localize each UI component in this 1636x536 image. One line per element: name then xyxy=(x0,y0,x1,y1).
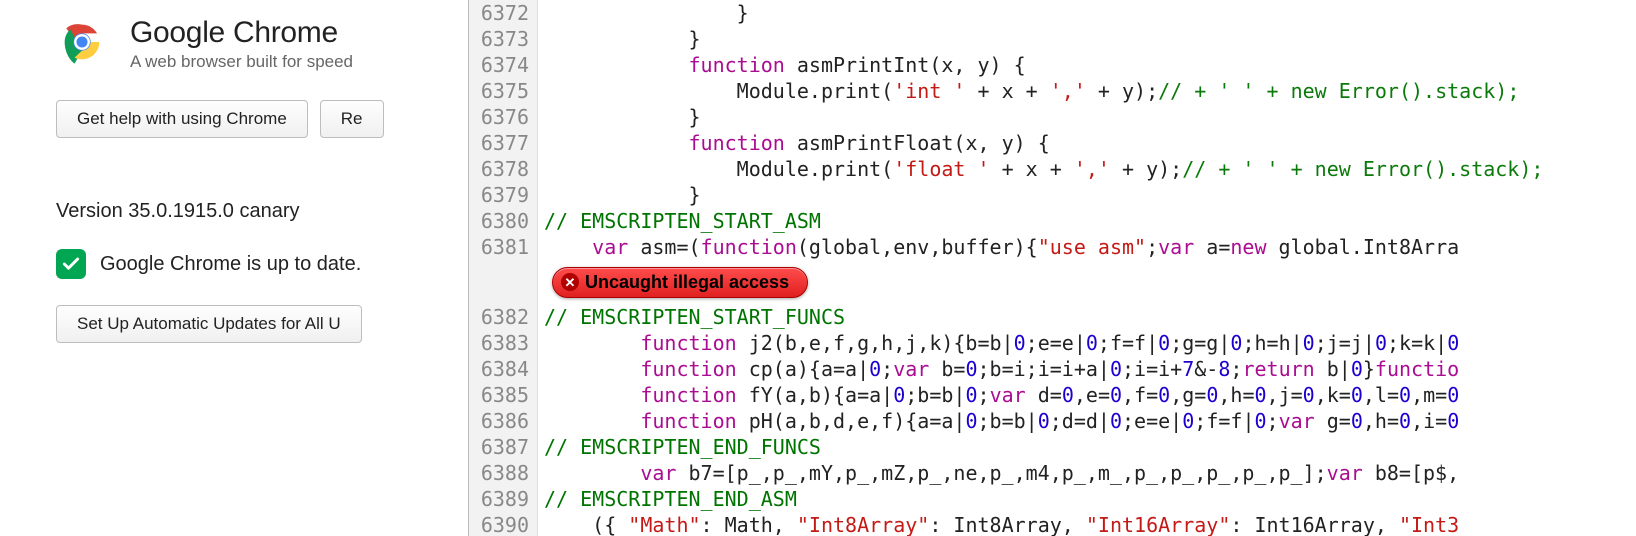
code-line[interactable]: function cp(a){a=a|0;var b=0;b=i;i=i+a|0… xyxy=(538,356,1636,382)
line-number-gutter[interactable]: 6372637363746375637663776378637963806381… xyxy=(468,0,538,536)
get-help-button[interactable]: Get help with using Chrome xyxy=(56,100,308,138)
line-number[interactable]: 6374 xyxy=(469,52,529,78)
line-number[interactable]: 6387 xyxy=(469,434,529,460)
secondary-button-truncated[interactable]: Re xyxy=(320,100,384,138)
code-line[interactable]: // EMSCRIPTEN_START_ASM xyxy=(538,208,1636,234)
code-line[interactable]: } xyxy=(538,26,1636,52)
code-line[interactable]: } xyxy=(538,104,1636,130)
code-line[interactable]: function pH(a,b,d,e,f){a=a|0;b=b|0;d=d|0… xyxy=(538,408,1636,434)
header-row: Google Chrome A web browser built for sp… xyxy=(56,16,468,72)
code-line[interactable]: var asm=(function(global,env,buffer){"us… xyxy=(538,234,1636,260)
line-number[interactable]: 6389 xyxy=(469,486,529,512)
code-line[interactable]: // EMSCRIPTEN_END_ASM xyxy=(538,486,1636,512)
source-code-area[interactable]: } } function asmPrintInt(x, y) { Module.… xyxy=(538,0,1636,536)
line-number[interactable]: 6385 xyxy=(469,382,529,408)
code-line[interactable]: function asmPrintFloat(x, y) { xyxy=(538,130,1636,156)
line-number[interactable]: 6390 xyxy=(469,512,529,536)
code-line[interactable]: function fY(a,b){a=a|0;b=b|0;var d=0,e=0… xyxy=(538,382,1636,408)
up-to-date-row: Google Chrome is up to date. xyxy=(56,249,468,279)
button-row: Get help with using Chrome Re xyxy=(56,100,468,138)
code-line[interactable]: } xyxy=(538,182,1636,208)
line-number[interactable]: 6377 xyxy=(469,130,529,156)
line-number[interactable]: 6379 xyxy=(469,182,529,208)
check-icon xyxy=(56,249,86,279)
error-bubble-row: ✕ Uncaught illegal access xyxy=(538,260,1636,304)
line-number[interactable]: 6381 xyxy=(469,234,529,260)
code-line[interactable]: Module.print('float ' + x + ',' + y);// … xyxy=(538,156,1636,182)
error-close-icon[interactable]: ✕ xyxy=(561,273,579,291)
line-number[interactable]: 6382 xyxy=(469,304,529,330)
code-line[interactable]: Module.print('int ' + x + ',' + y);// + … xyxy=(538,78,1636,104)
code-line[interactable]: // EMSCRIPTEN_START_FUNCS xyxy=(538,304,1636,330)
code-line[interactable]: } xyxy=(538,0,1636,26)
error-bubble[interactable]: ✕ Uncaught illegal access xyxy=(552,267,808,298)
line-number[interactable]: 6376 xyxy=(469,104,529,130)
version-text: Version 35.0.1915.0 canary xyxy=(56,200,468,223)
code-line[interactable]: ({ "Math": Math, "Int8Array": Int8Array,… xyxy=(538,512,1636,536)
line-number[interactable]: 6375 xyxy=(469,78,529,104)
up-to-date-text: Google Chrome is up to date. xyxy=(100,253,361,276)
about-chrome-panel: Google Chrome A web browser built for sp… xyxy=(0,0,468,536)
chrome-logo-icon xyxy=(56,16,108,68)
line-number[interactable]: 6383 xyxy=(469,330,529,356)
code-line[interactable]: function j2(b,e,f,g,h,j,k){b=b|0;e=e|0;f… xyxy=(538,330,1636,356)
line-number[interactable]: 6372 xyxy=(469,0,529,26)
setup-auto-updates-button[interactable]: Set Up Automatic Updates for All U xyxy=(56,305,362,343)
line-number[interactable]: 6380 xyxy=(469,208,529,234)
code-line[interactable]: var b7=[p_,p_,mY,p_,mZ,p_,ne,p_,m4,p_,m_… xyxy=(538,460,1636,486)
about-subtitle: A web browser built for speed xyxy=(130,52,353,72)
error-message: Uncaught illegal access xyxy=(585,272,789,293)
about-title: Google Chrome xyxy=(130,16,353,50)
line-number[interactable]: 6386 xyxy=(469,408,529,434)
line-number[interactable]: 6378 xyxy=(469,156,529,182)
line-number[interactable]: 6373 xyxy=(469,26,529,52)
line-number[interactable]: 6384 xyxy=(469,356,529,382)
code-line[interactable]: function asmPrintInt(x, y) { xyxy=(538,52,1636,78)
devtools-source-editor: 6372637363746375637663776378637963806381… xyxy=(468,0,1636,536)
code-line[interactable]: // EMSCRIPTEN_END_FUNCS xyxy=(538,434,1636,460)
line-number[interactable]: 6388 xyxy=(469,460,529,486)
